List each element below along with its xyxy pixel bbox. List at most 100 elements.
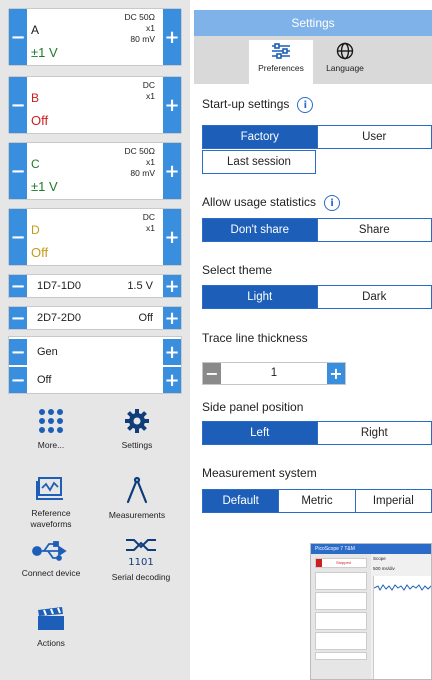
svg-text:1101: 1101 xyxy=(128,557,153,566)
reference-waveforms-button[interactable]: Reference waveforms xyxy=(10,476,92,530)
digital-1-minus-button[interactable]: − xyxy=(9,275,27,297)
clapperboard-icon xyxy=(38,607,64,630)
startup-selector: Factory User xyxy=(202,125,432,149)
channel-b-card[interactable]: − B DC x1 Off + xyxy=(8,76,182,134)
measurement-selector: Default Metric Imperial xyxy=(202,489,432,513)
preview-stop: Stopped xyxy=(336,560,351,565)
theme-dark-option[interactable]: Dark xyxy=(316,286,432,308)
measurements-button[interactable]: Measurements xyxy=(96,476,178,521)
trace-minus-button[interactable]: − xyxy=(203,363,221,384)
generator-plus-button[interactable]: + xyxy=(163,339,181,365)
preview-ch-c xyxy=(315,612,367,630)
actions-button[interactable]: Actions xyxy=(10,606,92,649)
channel-b-minus-button[interactable]: − xyxy=(9,77,27,133)
channel-d-range[interactable]: Off xyxy=(31,245,48,260)
digital-2-label: 2D7-2D0 xyxy=(37,312,82,324)
preview-plot xyxy=(373,576,431,679)
measurement-default-option[interactable]: Default xyxy=(203,490,279,512)
measurement-metric-option[interactable]: Metric xyxy=(278,490,354,512)
generator-label: Gen xyxy=(37,346,58,358)
measurements-label: Measurements xyxy=(108,510,166,520)
more-label: More... xyxy=(37,440,65,450)
usage-share-option[interactable]: Share xyxy=(316,219,432,241)
preview-trace xyxy=(374,584,431,592)
usage-label: Allow usage statistics xyxy=(202,195,317,210)
more-button[interactable]: More... xyxy=(10,408,92,451)
digital-2-minus-button[interactable]: − xyxy=(9,307,27,329)
usage-info-icon[interactable]: i xyxy=(324,195,341,211)
channel-d-plus-button[interactable]: + xyxy=(163,209,181,265)
trace-plus-button[interactable]: + xyxy=(327,363,345,384)
sidepanel-label: Side panel position xyxy=(202,400,304,414)
side-panel-preview-image: PicoScope 7 T&M Stopped Scope 500 ms/div xyxy=(310,543,432,680)
channel-panel: − A DC 50Ω x1 80 mV ±1 V + − B DC x1 Off + … xyxy=(0,0,190,680)
channel-c-range[interactable]: ±1 V xyxy=(31,179,58,194)
channel-a-minus-button[interactable]: − xyxy=(9,9,27,65)
generator-off-minus-button[interactable]: − xyxy=(9,367,27,393)
channel-a-plus-button[interactable]: + xyxy=(163,9,181,65)
measurement-label: Measurement system xyxy=(202,466,317,480)
channel-c-spec: DC 50Ω x1 80 mV xyxy=(124,146,155,178)
channel-c-plus-button[interactable]: + xyxy=(163,143,181,199)
theme-selector: Light Dark xyxy=(202,285,432,309)
preview-ch-b xyxy=(315,592,367,610)
channel-b-range[interactable]: Off xyxy=(31,113,48,128)
startup-user-option[interactable]: User xyxy=(316,126,432,148)
trace-value: 1 xyxy=(270,367,278,379)
startup-selector-2: Last session xyxy=(202,150,316,174)
channel-a-card[interactable]: − A DC 50Ω x1 80 mV ±1 V + xyxy=(8,8,182,66)
settings-panel: Settings Preferences Language Start-up s… xyxy=(194,10,432,680)
channel-d-card[interactable]: − D DC x1 Off + xyxy=(8,208,182,266)
preview-ch-d xyxy=(315,632,367,650)
measurement-imperial-option[interactable]: Imperial xyxy=(354,490,431,512)
sidepanel-left-option[interactable]: Left xyxy=(203,422,317,444)
channel-b-spec: DC x1 xyxy=(142,80,155,101)
startup-section: Start-up settings i xyxy=(202,97,314,113)
tab-language[interactable]: Language xyxy=(313,40,377,84)
serial-decoding-icon: 1101 xyxy=(126,539,156,566)
channel-c-name: C xyxy=(31,157,40,171)
sidepanel-selector: Left Right xyxy=(202,421,432,445)
settings-header: Settings Preferences Language xyxy=(194,10,432,84)
tab-preferences-label: Preferences xyxy=(258,63,304,73)
trace-label: Trace line thickness xyxy=(202,331,308,345)
startup-label: Start-up settings xyxy=(202,97,290,112)
digital-2-plus-button[interactable]: + xyxy=(163,307,181,329)
startup-last-session-option[interactable]: Last session xyxy=(203,151,315,173)
preview-title: PicoScope 7 T&M xyxy=(311,544,431,554)
preview-timebase: 500 ms/div xyxy=(373,566,395,571)
generator-minus-button[interactable]: − xyxy=(9,339,27,365)
compass-icon xyxy=(126,476,148,504)
usage-dont-share-option[interactable]: Don't share xyxy=(203,219,317,241)
trace-thickness-stepper: − 1 + xyxy=(202,362,346,385)
generator-card[interactable]: − Gen + − Off + xyxy=(8,336,182,394)
serial-decoding-button[interactable]: 1101 Serial decoding xyxy=(96,536,186,583)
channel-c-minus-button[interactable]: − xyxy=(9,143,27,199)
connect-device-button[interactable]: Connect device xyxy=(4,540,98,579)
theme-light-option[interactable]: Light xyxy=(203,286,317,308)
preview-scope: Scope xyxy=(373,556,386,561)
sidepanel-right-option[interactable]: Right xyxy=(316,422,432,444)
generator-off-plus-button[interactable]: + xyxy=(163,367,181,393)
preview-ch-a xyxy=(315,572,367,590)
digital-row-1[interactable]: − 1D7-1D0 1.5 V + xyxy=(8,274,182,298)
startup-factory-option[interactable]: Factory xyxy=(203,126,317,148)
usage-section: Allow usage statistics i xyxy=(202,195,341,211)
channel-c-card[interactable]: − C DC 50Ω x1 80 mV ±1 V + xyxy=(8,142,182,200)
digital-1-value: 1.5 V xyxy=(127,280,153,292)
channel-a-range[interactable]: ±1 V xyxy=(31,45,58,60)
tab-preferences[interactable]: Preferences xyxy=(249,40,313,84)
settings-button[interactable]: Settings xyxy=(96,408,178,451)
waveform-icon xyxy=(36,477,63,500)
settings-label: Settings xyxy=(121,440,153,450)
digital-row-2[interactable]: − 2D7-2D0 Off + xyxy=(8,306,182,330)
channel-b-plus-button[interactable]: + xyxy=(163,77,181,133)
tab-language-label: Language xyxy=(326,63,364,73)
startup-info-icon[interactable]: i xyxy=(297,97,314,113)
digital-1-plus-button[interactable]: + xyxy=(163,275,181,297)
digital-2-value: Off xyxy=(138,312,153,324)
settings-title: Settings xyxy=(194,10,432,36)
theme-label: Select theme xyxy=(202,263,273,277)
channel-d-minus-button[interactable]: − xyxy=(9,209,27,265)
globe-icon xyxy=(336,42,354,60)
